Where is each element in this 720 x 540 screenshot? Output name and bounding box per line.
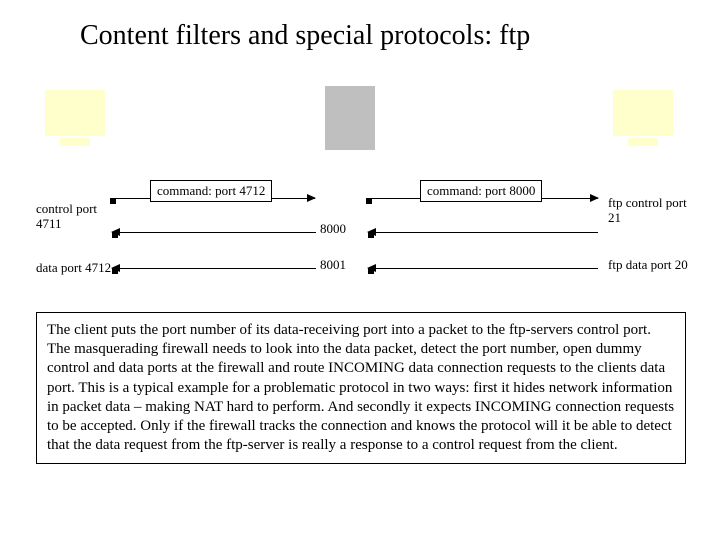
firewall-node-icon	[315, 86, 385, 166]
arrow-server-to-firewall-ctrl	[368, 232, 598, 233]
cmd-port-right-label: command: port 8000	[420, 180, 542, 202]
server-data-port-label: ftp data port 20	[608, 258, 698, 273]
client-control-port-label: control port 4711	[36, 202, 111, 232]
client-data-port-label: data port 4712	[36, 261, 111, 276]
description-text: The client puts the port number of its d…	[36, 312, 686, 464]
client-node-icon	[40, 90, 110, 170]
arrow-server-to-firewall-data	[368, 268, 598, 269]
page-title: Content filters and special protocols: f…	[80, 20, 530, 52]
server-node-icon	[608, 90, 678, 170]
arrow-firewall-to-client-data	[112, 268, 316, 269]
arrow-firewall-to-client-ctrl	[112, 232, 316, 233]
firewall-ctrl-port-label: 8000	[320, 222, 346, 237]
server-control-port-label: ftp control port 21	[608, 196, 688, 226]
firewall-data-port-label: 8001	[320, 258, 346, 273]
cmd-port-left-label: command: port 4712	[150, 180, 272, 202]
